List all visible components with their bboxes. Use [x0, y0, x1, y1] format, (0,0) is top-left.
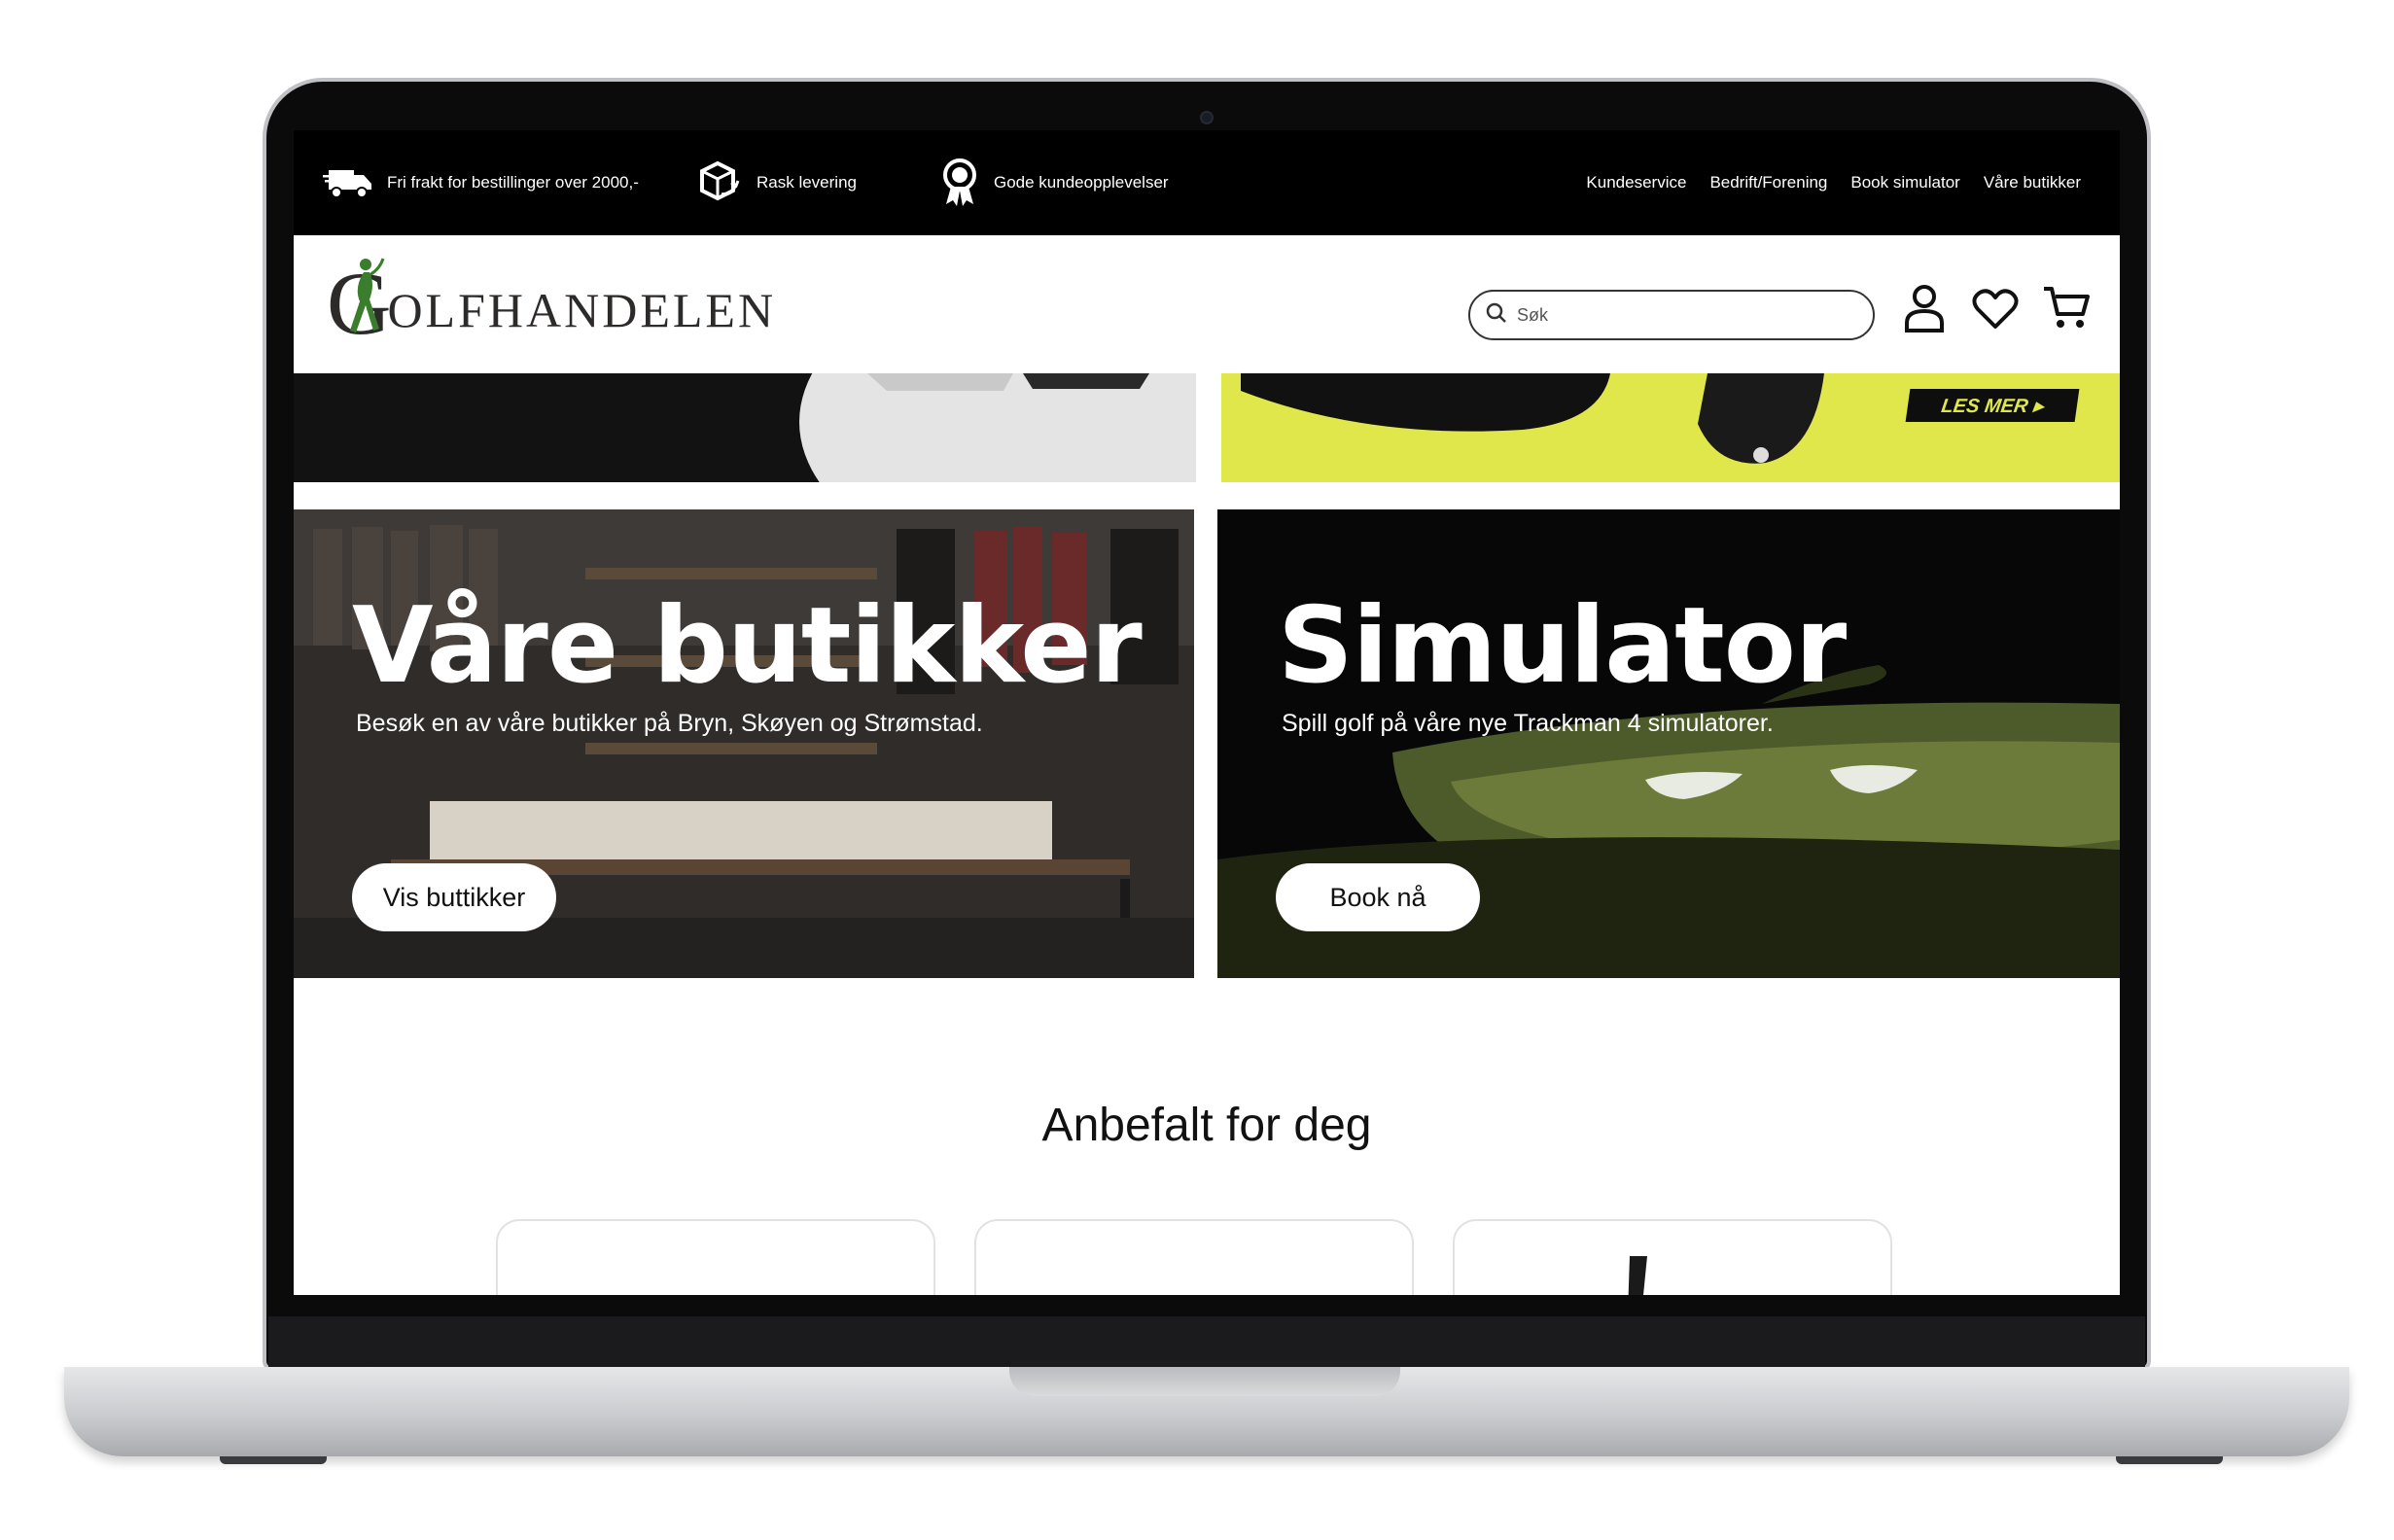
- laptop-mockup: Fri frakt for bestillinger over 2000,- R…: [0, 0, 2394, 1540]
- promo-card-stores: Våre butikker Besøk en av våre butikker …: [294, 509, 1194, 978]
- logo-text: OLFHANDELEN: [387, 283, 777, 337]
- heart-icon[interactable]: [1972, 288, 2019, 334]
- section-title-recommended: Anbefalt for deg: [1041, 1100, 1372, 1151]
- usp-fast-delivery: Rask levering: [692, 130, 857, 235]
- site-header: G OLFHANDELEN: [294, 235, 2120, 373]
- link-kundeservice[interactable]: Kundeservice: [1586, 173, 1686, 192]
- screen-bezel-bottom: [268, 1316, 2145, 1367]
- search-bar[interactable]: [1468, 290, 1875, 340]
- promo-subtitle: Besøk en av våre butikker på Bryn, Skøye…: [356, 710, 983, 737]
- usp-customer-experience: Gode kundeopplevelser: [939, 130, 1169, 235]
- award-ribbon-icon: [939, 158, 980, 208]
- golfer-logo-icon: [350, 258, 385, 332]
- site-logo[interactable]: G OLFHANDELEN: [327, 254, 777, 353]
- product-bag-icon: [867, 373, 1149, 391]
- usp-label: Fri frakt for bestillinger over 2000,-: [387, 173, 639, 192]
- promo-title: Våre butikker: [352, 585, 1143, 707]
- book-na-button[interactable]: Book nå: [1276, 863, 1480, 931]
- product-card[interactable]: [974, 1219, 1414, 1295]
- golf-club-icon: [1628, 1256, 1647, 1295]
- golf-driver-icon: [1241, 373, 1824, 464]
- banner-left[interactable]: [294, 373, 1196, 482]
- top-nav-links: Kundeservice Bedrift/Forening Book simul…: [1586, 130, 2081, 235]
- search-icon: [1486, 302, 1507, 328]
- golf-iron-icon: [605, 1270, 741, 1295]
- laptop-foot: [220, 1456, 327, 1464]
- cart-icon[interactable]: [2042, 284, 2091, 334]
- top-info-bar: Fri frakt for bestillinger over 2000,- R…: [294, 130, 2120, 235]
- browser-screen: Fri frakt for bestillinger over 2000,- R…: [294, 130, 2120, 1295]
- user-icon[interactable]: [1904, 284, 1945, 336]
- product-card[interactable]: [1453, 1219, 1892, 1295]
- package-return-icon: [692, 158, 743, 208]
- vis-butikker-button[interactable]: Vis buttikker: [352, 863, 556, 931]
- laptop-notch: [1009, 1367, 1400, 1396]
- promo-title: Simulator: [1278, 585, 1847, 707]
- logo-initial: G: [327, 254, 392, 353]
- laptop-foot: [2116, 1456, 2223, 1464]
- promo-subtitle: Spill golf på våre nye Trackman 4 simula…: [1282, 710, 1774, 737]
- product-card[interactable]: [496, 1219, 935, 1295]
- les-mer-button[interactable]: LES MER ▸: [1905, 389, 2080, 422]
- promo-card-simulator: Simulator Spill golf på våre nye Trackma…: [1217, 509, 2120, 978]
- link-vare-butikker[interactable]: Våre butikker: [1984, 173, 2081, 192]
- link-book-simulator[interactable]: Book simulator: [1850, 173, 1959, 192]
- usp-label: Rask levering: [757, 173, 857, 192]
- webcam: [1200, 111, 1214, 124]
- truck-icon: [323, 166, 373, 199]
- search-input[interactable]: [1517, 304, 1848, 326]
- banner-right[interactable]: LES MER ▸: [1221, 373, 2120, 482]
- usp-free-shipping: Fri frakt for bestillinger over 2000,-: [323, 130, 639, 235]
- usp-label: Gode kundeopplevelser: [994, 173, 1169, 192]
- link-bedrift-forening[interactable]: Bedrift/Forening: [1709, 173, 1827, 192]
